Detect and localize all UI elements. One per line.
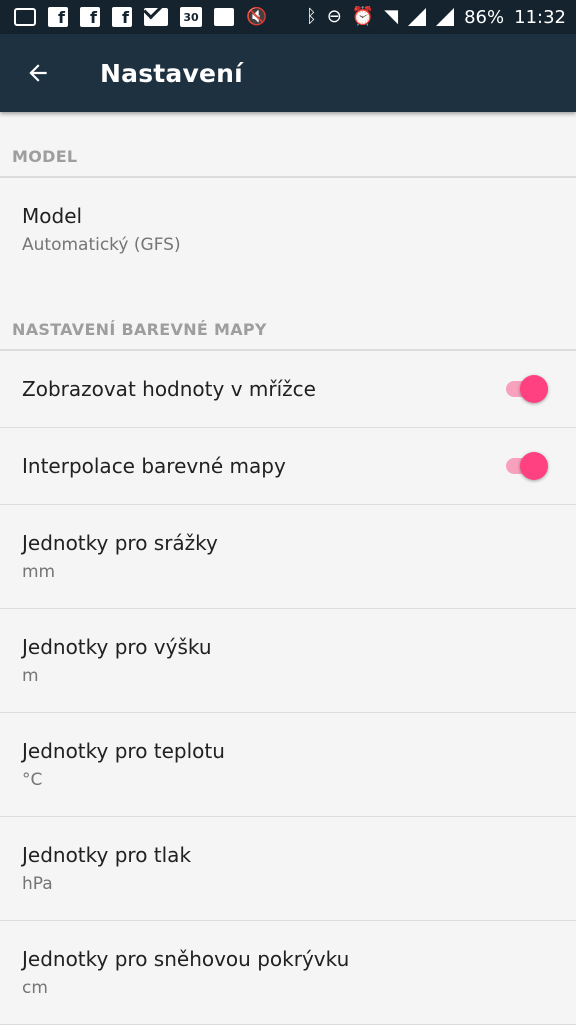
do-not-disturb-icon: ⊖ bbox=[326, 6, 342, 27]
facebook-icon: f bbox=[80, 7, 100, 27]
pref-pressure-units[interactable]: Jednotky pro tlak hPa bbox=[0, 817, 576, 921]
pref-title: Jednotky pro srážky bbox=[22, 530, 218, 555]
color-map-interpolation-switch[interactable] bbox=[504, 451, 552, 481]
app-bar: Nastavení bbox=[0, 34, 576, 112]
facebook-icon: f bbox=[48, 7, 68, 27]
notification-icons: f f f 30 🔇 bbox=[14, 7, 279, 27]
arrow-left-icon bbox=[29, 64, 47, 82]
settings-list: MODEL Model Automatický (GFS) NASTAVENÍ … bbox=[0, 112, 576, 1025]
pref-summary: hPa bbox=[22, 873, 53, 894]
pref-title: Interpolace barevné mapy bbox=[22, 454, 286, 478]
pref-title: Jednotky pro tlak bbox=[22, 842, 192, 867]
switch-thumb bbox=[520, 452, 548, 480]
signal-icon bbox=[408, 8, 427, 26]
pref-summary: mm bbox=[22, 561, 56, 582]
calendar-icon: 30 bbox=[180, 7, 202, 27]
pref-summary: cm bbox=[22, 977, 48, 998]
gallery-icon bbox=[214, 8, 234, 26]
pref-color-map-interpolation[interactable]: Interpolace barevné mapy bbox=[0, 428, 576, 505]
section-header-model: MODEL bbox=[0, 112, 576, 178]
pref-temperature-units[interactable]: Jednotky pro teplotu °C bbox=[0, 713, 576, 817]
pref-title: Jednotky pro výšku bbox=[22, 634, 212, 659]
system-icons: ᛒ ⊖ ⏰ ◥ 86% 11:32 bbox=[296, 7, 566, 28]
signal-icon bbox=[436, 8, 455, 26]
pref-title: Zobrazovat hodnoty v mřížce bbox=[22, 377, 316, 401]
pref-summary: Automatický (GFS) bbox=[22, 234, 181, 255]
pref-title: Model bbox=[22, 203, 83, 228]
pref-snow-cover-units[interactable]: Jednotky pro sněhovou pokrývku cm bbox=[0, 921, 576, 1025]
back-button[interactable] bbox=[0, 34, 76, 112]
pref-height-units[interactable]: Jednotky pro výšku m bbox=[0, 609, 576, 713]
bluetooth-icon: ᛒ bbox=[305, 6, 317, 27]
pref-model[interactable]: Model Automatický (GFS) bbox=[0, 178, 576, 281]
section-header-color-map: NASTAVENÍ BAREVNÉ MAPY bbox=[0, 281, 576, 351]
chat-icon bbox=[14, 8, 36, 26]
status-bar: f f f 30 🔇 ᛒ ⊖ ⏰ ◥ 86% 11:32 bbox=[0, 0, 576, 34]
alarm-icon: ⏰ bbox=[351, 6, 375, 27]
show-grid-values-switch[interactable] bbox=[504, 374, 552, 404]
page-title: Nastavení bbox=[100, 58, 243, 88]
mute-icon: 🔇 bbox=[246, 7, 268, 27]
switch-thumb bbox=[520, 375, 548, 403]
gmail-icon bbox=[144, 8, 168, 26]
pref-summary: m bbox=[22, 665, 39, 686]
pref-precipitation-units[interactable]: Jednotky pro srážky mm bbox=[0, 505, 576, 609]
pref-show-grid-values[interactable]: Zobrazovat hodnoty v mřížce bbox=[0, 351, 576, 428]
battery-percent: 86% bbox=[464, 6, 505, 28]
wifi-icon: ◥ bbox=[384, 6, 399, 27]
pref-title: Jednotky pro teplotu bbox=[22, 738, 225, 763]
clock: 11:32 bbox=[514, 6, 566, 28]
pref-title: Jednotky pro sněhovou pokrývku bbox=[22, 946, 350, 971]
facebook-icon: f bbox=[112, 7, 132, 27]
pref-summary: °C bbox=[22, 769, 43, 790]
